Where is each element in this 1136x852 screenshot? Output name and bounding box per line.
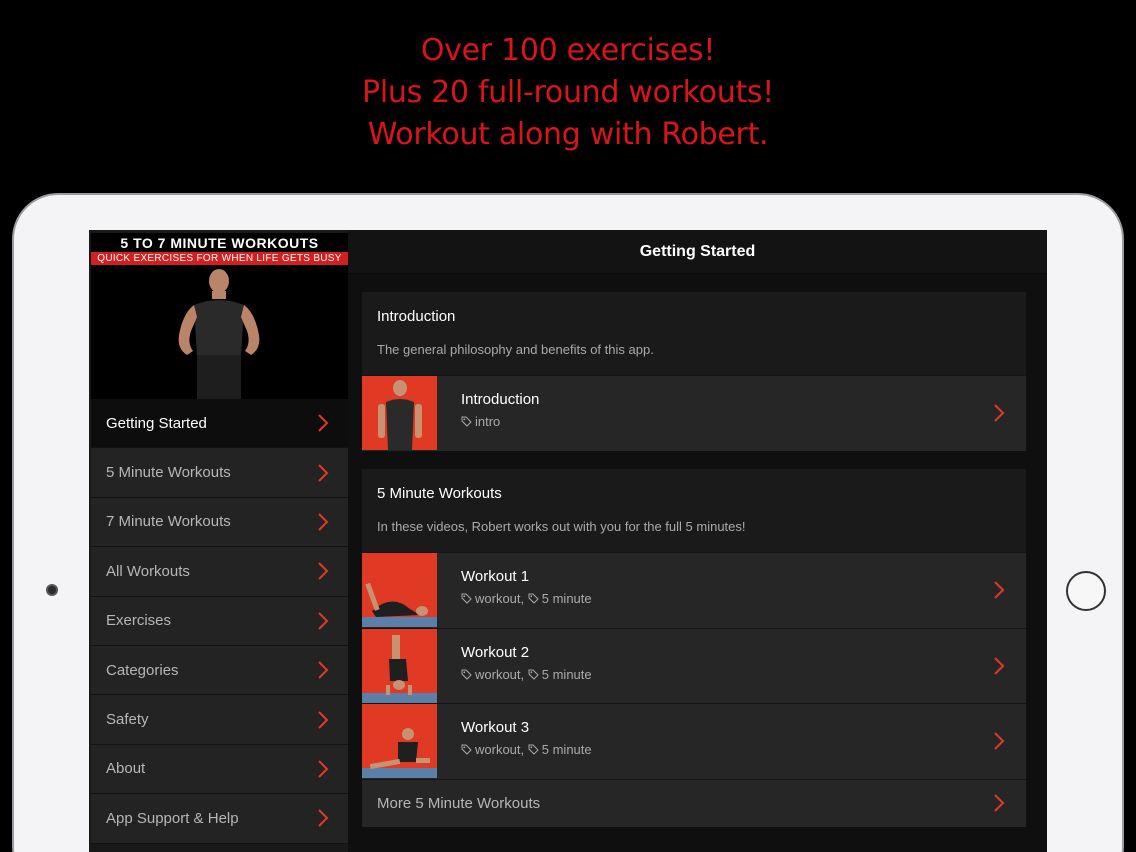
promo-headline: Over 100 exercises! Plus 20 full-round w…	[0, 30, 1136, 156]
sidebar-item-app-support[interactable]: App Support & Help	[91, 794, 348, 844]
tag-icon	[461, 593, 472, 604]
row-title: Workout 1	[461, 568, 530, 585]
tag-label: 5 minute	[541, 591, 592, 606]
home-button[interactable]	[1066, 571, 1106, 611]
app-banner: 5 TO 7 MINUTE WORKOUTS QUICK EXERCISES F…	[91, 233, 348, 399]
chevron-right-icon	[318, 612, 329, 630]
list-item-introduction[interactable]: Introduction intro	[362, 375, 1026, 451]
tag-icon	[528, 669, 539, 680]
section-header: Introduction The general philosophy and …	[362, 292, 1026, 375]
row-title: Workout 2	[461, 643, 530, 661]
tag-icon	[528, 744, 539, 755]
sidebar-item-getting-started[interactable]: Getting Started	[91, 399, 348, 449]
row-tags: workout, 5 minute	[461, 667, 592, 682]
tag-icon	[461, 744, 472, 755]
sidebar-item-label: 7 Minute Workouts	[106, 513, 231, 531]
list-item-workout-1[interactable]: Workout 1 workout, 5 minute	[362, 552, 1026, 628]
chevron-right-icon	[318, 562, 329, 581]
chevron-right-icon	[318, 513, 329, 531]
chevron-right-icon	[994, 732, 1005, 750]
chevron-right-icon	[318, 809, 329, 828]
navigation-bar: Getting Started	[348, 230, 1047, 274]
trainer-image	[91, 265, 348, 399]
tag-label: workout	[475, 742, 521, 757]
sidebar-item-label: 5 Minute Workouts	[106, 464, 231, 482]
sidebar-item-label: Safety	[106, 711, 149, 729]
promo-line-2: Plus 20 full-round workouts!	[362, 75, 774, 110]
sidebar-item-exercises[interactable]: Exercises	[91, 596, 348, 646]
chevron-right-icon	[994, 404, 1005, 422]
section-description: The general philosophy and benefits of t…	[377, 342, 654, 357]
sidebar-item-label: Exercises	[106, 612, 172, 630]
tag-icon	[528, 593, 539, 604]
list-item-workout-2[interactable]: Workout 2 workout, 5 minute	[362, 627, 1026, 703]
banner-title: 5 TO 7 MINUTE WORKOUTS	[120, 235, 319, 251]
main-content: Introduction The general philosophy and …	[348, 274, 1047, 852]
chevron-right-icon	[994, 657, 1005, 675]
page-title: Getting Started	[639, 242, 756, 260]
section-title: Introduction	[377, 308, 456, 325]
chevron-right-icon	[994, 794, 1005, 812]
row-title: Introduction	[461, 391, 540, 408]
section-5-minute-workouts: 5 Minute Workouts In these videos, Rober…	[362, 469, 1026, 827]
chevron-right-icon	[318, 661, 329, 679]
promo-line-3: Workout along with Robert.	[367, 117, 769, 152]
section-introduction: Introduction The general philosophy and …	[362, 292, 1026, 451]
tag-label: 5 minute	[541, 666, 592, 682]
video-thumbnail	[362, 553, 437, 627]
sidebar: 5 TO 7 MINUTE WORKOUTS QUICK EXERCISES F…	[89, 230, 348, 852]
tag-icon	[461, 669, 472, 680]
section-description: In these videos, Robert works out with y…	[377, 519, 746, 534]
tag-label: intro	[475, 414, 501, 429]
more-5-minute-workouts-button[interactable]: More 5 Minute Workouts	[362, 778, 1026, 827]
promo-line-1: Over 100 exercises!	[420, 33, 716, 68]
video-thumbnail	[362, 704, 437, 778]
tag-label: 5 minute	[541, 742, 592, 757]
sidebar-item-all-workouts[interactable]: All Workouts	[91, 547, 348, 597]
video-thumbnail	[362, 628, 437, 703]
sidebar-item-label: Getting Started	[106, 414, 207, 432]
sidebar-nav: Getting Started 5 Minute Workouts 7 Minu…	[91, 399, 348, 844]
section-header: 5 Minute Workouts In these videos, Rober…	[362, 469, 1026, 552]
app-screen: 5 TO 7 MINUTE WORKOUTS QUICK EXERCISES F…	[89, 230, 1047, 852]
sidebar-item-label: About	[106, 760, 146, 778]
sidebar-item-label: All Workouts	[106, 562, 190, 580]
row-tags: intro	[461, 414, 500, 429]
video-thumbnail	[362, 376, 437, 450]
chevron-right-icon	[994, 581, 1005, 599]
banner-subtitle: QUICK EXERCISES FOR WHEN LIFE GETS BUSY	[91, 252, 348, 265]
chevron-right-icon	[318, 414, 329, 432]
sidebar-item-safety[interactable]: Safety	[91, 695, 348, 745]
more-label: More 5 Minute Workouts	[377, 794, 541, 812]
chevron-right-icon	[318, 710, 329, 729]
tag-icon	[461, 416, 472, 427]
row-tags: workout, 5 minute	[461, 591, 592, 606]
tag-label: workout	[475, 666, 521, 682]
row-tags: workout, 5 minute	[461, 742, 592, 757]
row-title: Workout 3	[461, 719, 530, 736]
sidebar-item-categories[interactable]: Categories	[91, 645, 348, 696]
chevron-right-icon	[318, 463, 329, 482]
sidebar-item-about[interactable]: About	[91, 744, 348, 795]
sidebar-item-7-minute-workouts[interactable]: 7 Minute Workouts	[91, 497, 348, 548]
sidebar-item-label: Categories	[106, 661, 179, 679]
sidebar-item-label: App Support & Help	[106, 809, 239, 827]
section-title: 5 Minute Workouts	[377, 485, 502, 502]
tag-label: workout	[475, 591, 521, 606]
chevron-right-icon	[318, 760, 329, 778]
sidebar-item-5-minute-workouts[interactable]: 5 Minute Workouts	[91, 448, 348, 498]
camera-icon	[46, 584, 58, 596]
list-item-workout-3[interactable]: Workout 3 workout, 5 minute	[362, 703, 1026, 779]
